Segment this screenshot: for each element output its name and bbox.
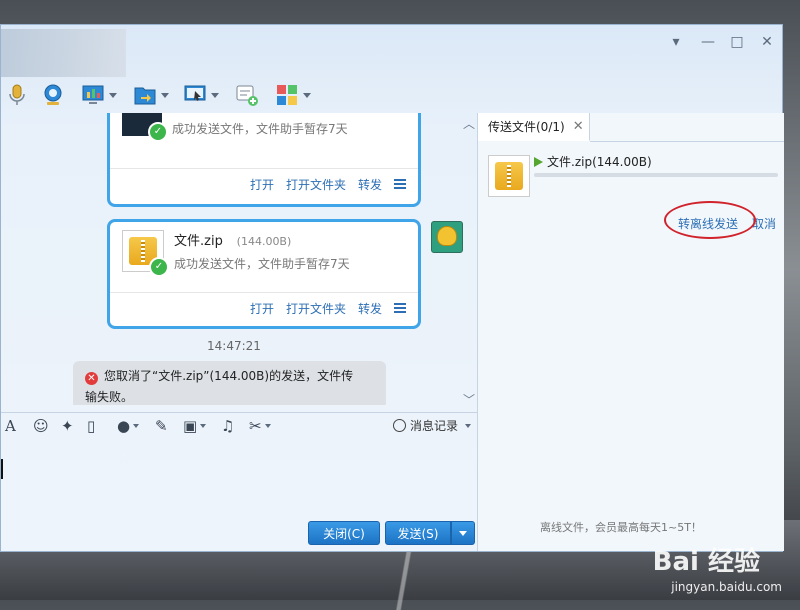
emoji-icon[interactable]: ☺ <box>33 417 49 435</box>
remote-desktop-button[interactable] <box>183 81 219 109</box>
chevron-down-icon <box>465 423 472 428</box>
chevron-down-icon[interactable] <box>133 424 140 428</box>
watermark-url: jingyan.baidu.com <box>671 580 782 594</box>
voice-icon[interactable]: ● <box>117 417 140 435</box>
file-size: (144.00B) <box>236 235 292 248</box>
file-text: 文件.zip (144.00B) 成功发送文件，文件助手暂存7天 <box>174 230 350 272</box>
chat-history: ✓ 成功发送文件，文件助手暂存7天 打开 打开文件夹 转发 ✓ 文件.zip (… <box>1 113 477 405</box>
send-options-button[interactable] <box>451 521 475 545</box>
forward-link[interactable]: 转发 <box>358 300 382 317</box>
file-message: ✓ 成功发送文件，文件助手暂存7天 打开 打开文件夹 转发 <box>107 113 421 207</box>
vibrate-icon[interactable]: ▯ <box>87 417 95 435</box>
file-message: ✓ 文件.zip (144.00B) 成功发送文件，文件助手暂存7天 打开 打开… <box>107 219 421 329</box>
edit-icon[interactable]: ✎ <box>155 417 168 435</box>
microphone-icon <box>9 84 25 105</box>
message-input[interactable] <box>1 439 477 529</box>
chat-window: ▾ — □ ✕ ✓ 成功发送文件，文件助手暂存7天 打开 打开文件夹 转发 ✓ … <box>0 24 784 552</box>
offline-file-promo: 离线文件，会员最高每天1~5T！ <box>540 521 702 534</box>
message-timestamp: 14:47:21 <box>207 339 261 353</box>
add-app-icon <box>236 85 258 106</box>
close-icon[interactable]: ✕ <box>756 31 778 53</box>
transfer-file-name: 文件.zip(144.00B) <box>547 155 652 169</box>
success-check-icon: ✓ <box>148 122 168 142</box>
more-menu-icon[interactable] <box>394 303 406 313</box>
open-link[interactable]: 打开 <box>250 300 274 317</box>
webcam-icon <box>44 84 62 105</box>
open-link[interactable]: 打开 <box>250 176 274 193</box>
zip-file-icon <box>488 155 530 197</box>
scroll-up-icon[interactable]: ︿ <box>463 115 475 132</box>
top-toolbar <box>1 77 331 113</box>
cancel-notice: ✕ 您取消了“文件.zip”(144.00B)的发送，文件传 输失败。 <box>73 361 386 405</box>
file-status: 成功发送文件，文件助手暂存7天 <box>172 122 348 136</box>
chevron-down-icon[interactable] <box>200 424 207 428</box>
remote-desktop-icon <box>184 85 206 101</box>
file-name: 文件.zip <box>174 234 223 249</box>
apps-grid-button[interactable] <box>275 81 311 109</box>
chevron-down-icon <box>459 530 467 536</box>
screen-share-button[interactable] <box>81 81 117 109</box>
input-toolbar: A ☺ ✦ ▯ ● ✎ ▣ ♫ ✂ 消息记录 <box>1 412 477 439</box>
chevron-down-icon[interactable] <box>303 92 311 98</box>
open-folder-link[interactable]: 打开文件夹 <box>286 176 346 193</box>
font-icon[interactable]: A <box>5 417 16 435</box>
transfer-file: 文件.zip(144.00B) <box>534 153 652 170</box>
file-text: 成功发送文件，文件助手暂存7天 <box>172 113 348 137</box>
tab-divider <box>590 141 784 142</box>
message-history-button[interactable]: 消息记录 <box>393 417 472 434</box>
chevron-down-icon[interactable] <box>161 92 169 98</box>
send-button[interactable]: 发送(S) <box>385 521 451 545</box>
send-file-icon <box>134 87 156 105</box>
magic-icon[interactable]: ✦ <box>61 417 74 435</box>
bell-icon <box>437 226 457 246</box>
more-menu-icon[interactable] <box>394 179 406 189</box>
apps-grid-icon <box>277 85 297 105</box>
transfer-progress-bar <box>534 173 778 177</box>
chevron-down-icon[interactable] <box>264 424 271 428</box>
minimize-icon[interactable]: — <box>697 31 719 53</box>
file-info-row: ✓ 文件.zip (144.00B) 成功发送文件，文件助手暂存7天 <box>110 222 418 284</box>
open-folder-link[interactable]: 打开文件夹 <box>286 300 346 317</box>
file-actions: 打开 打开文件夹 转发 <box>110 168 418 199</box>
file-actions: 打开 打开文件夹 转发 <box>110 292 418 323</box>
watermark-logo: Bai 经验 <box>652 547 760 577</box>
history-label: 消息记录 <box>410 419 459 433</box>
forward-link[interactable]: 转发 <box>358 176 382 193</box>
success-check-icon: ✓ <box>149 257 169 277</box>
file-status: 成功发送文件，文件助手暂存7天 <box>174 257 350 271</box>
file-transfer-panel: 传送文件(0/1) ✕ 文件.zip(144.00B) 转离线发送 取消 离线文… <box>477 113 784 551</box>
file-thumbnail: ✓ <box>122 113 168 142</box>
file-info-row: ✓ 成功发送文件，文件助手暂存7天 <box>110 113 418 168</box>
error-icon: ✕ <box>85 372 98 385</box>
highlight-ring <box>664 201 756 239</box>
image-icon[interactable]: ▣ <box>183 417 207 435</box>
scissors-icon[interactable]: ✂ <box>249 417 271 435</box>
microphone-button[interactable] <box>5 81 29 109</box>
music-icon[interactable]: ♫ <box>221 417 234 435</box>
notice-line-1: 您取消了“文件.zip”(144.00B)的发送，文件传 <box>104 369 354 383</box>
chevron-down-icon[interactable] <box>109 92 117 98</box>
send-file-button[interactable] <box>133 81 169 109</box>
text-cursor <box>1 459 3 479</box>
window-menu-icon[interactable]: ▾ <box>665 31 687 53</box>
scroll-down-icon[interactable]: ﹀ <box>463 391 475 405</box>
avatar[interactable] <box>431 221 463 253</box>
notice-line-2: 输失败。 <box>85 390 134 404</box>
close-button[interactable]: 关闭(C) <box>308 521 380 545</box>
add-app-button[interactable] <box>235 81 259 109</box>
zip-file-icon: ✓ <box>122 230 169 277</box>
chevron-down-icon[interactable] <box>211 92 219 98</box>
send-arrow-icon <box>534 156 543 167</box>
tab-label: 传送文件(0/1) <box>488 120 565 134</box>
blurred-contact-title <box>1 29 126 77</box>
webcam-button[interactable] <box>41 81 65 109</box>
close-icon[interactable]: ✕ <box>573 119 584 134</box>
clock-icon <box>393 419 406 432</box>
screen-share-icon <box>82 85 104 104</box>
maximize-icon[interactable]: □ <box>726 31 748 53</box>
tab-file-transfer[interactable]: 传送文件(0/1) ✕ <box>478 113 590 141</box>
